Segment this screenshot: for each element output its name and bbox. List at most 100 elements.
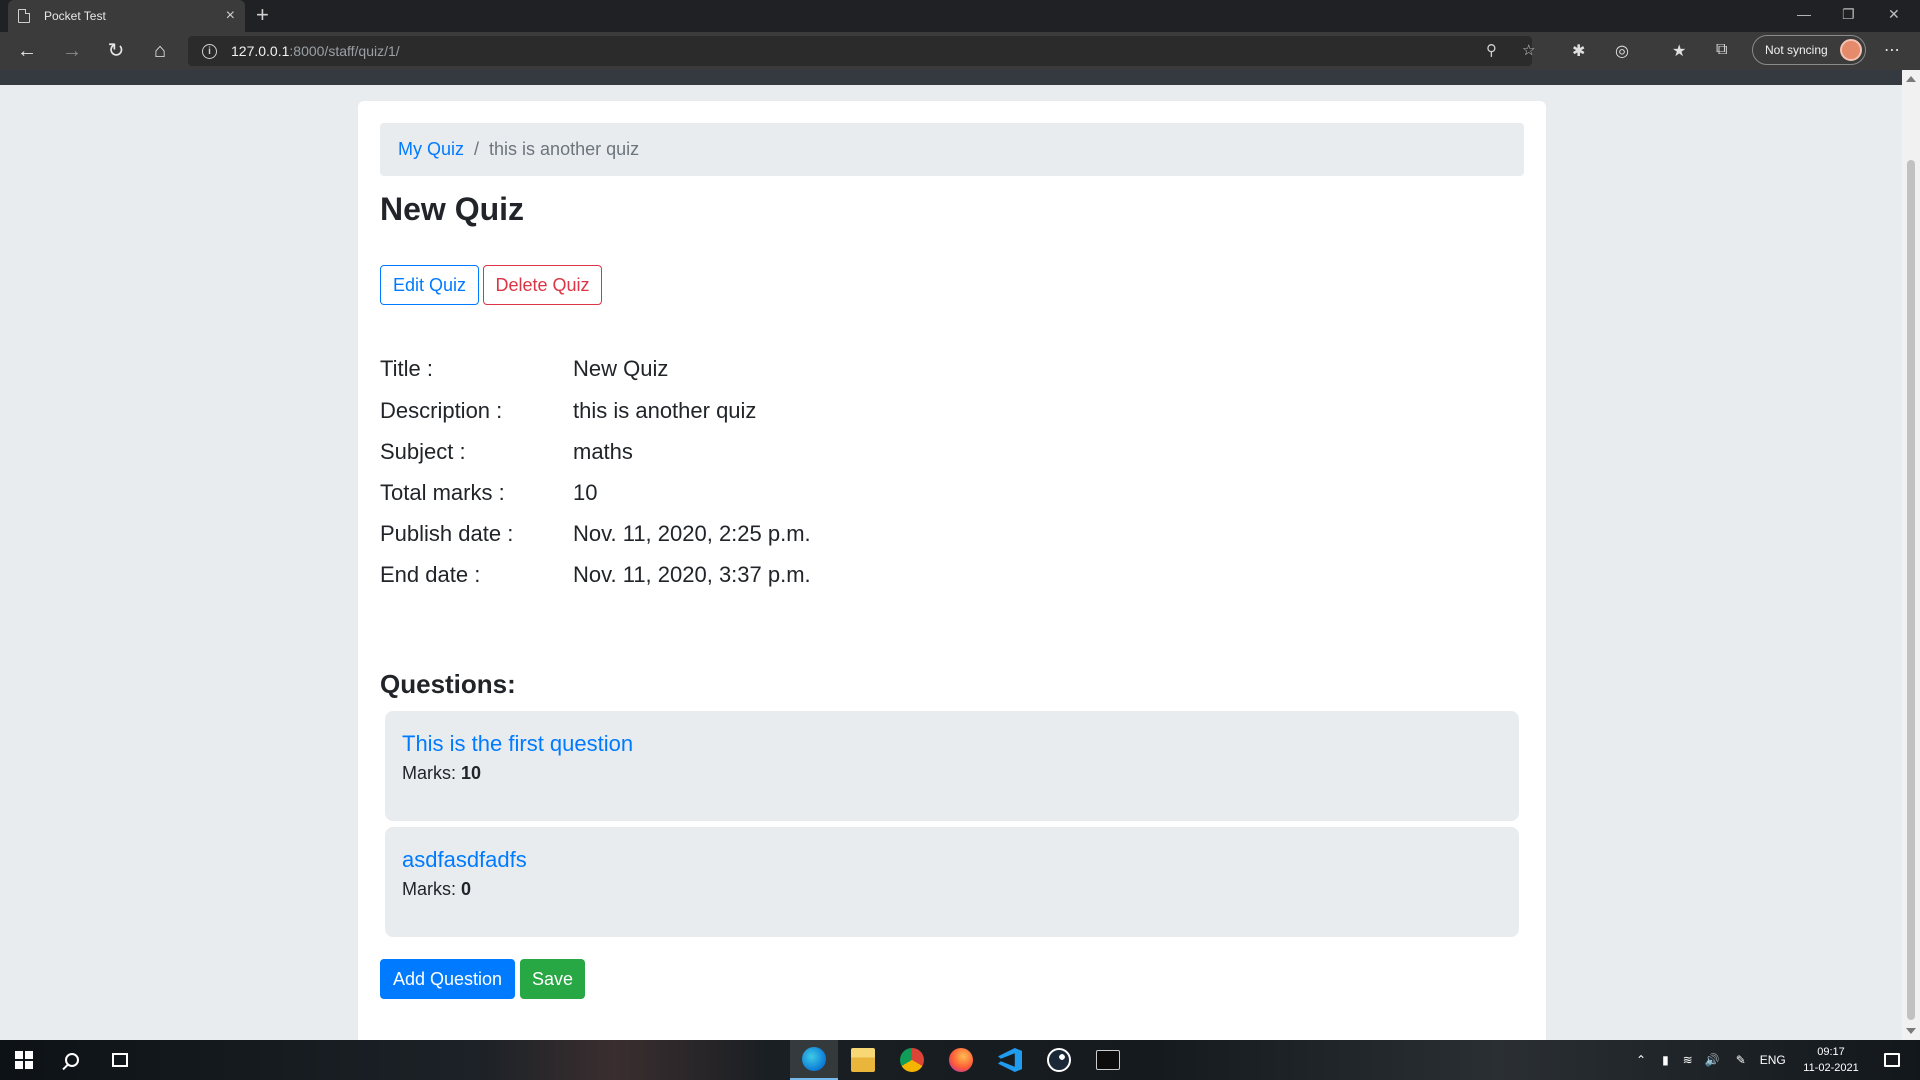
url-text[interactable]: 127.0.0.1:8000/staff/quiz/1/ — [231, 43, 400, 59]
favorites-icon[interactable]: ★ — [1672, 41, 1686, 61]
breadcrumb-link-my-quiz[interactable]: My Quiz — [398, 139, 464, 160]
extension-circle-icon[interactable]: ◎ — [1615, 41, 1629, 61]
notification-icon — [1884, 1053, 1900, 1067]
breadcrumb: My Quiz / this is another quiz — [380, 123, 1524, 176]
chevron-up-icon[interactable]: ⌃ — [1636, 1053, 1646, 1067]
detail-row-total-marks: Total marks : 10 — [380, 480, 1180, 510]
forward-icon[interactable]: → — [60, 39, 84, 63]
question-item: asdfasdfadfs Marks: 0 — [385, 827, 1519, 937]
detail-value: this is another quiz — [573, 398, 757, 423]
tab-title: Pocket Test — [44, 9, 106, 23]
detail-label: Publish date : — [380, 521, 514, 546]
breadcrumb-current: this is another quiz — [489, 139, 640, 159]
search-button[interactable] — [48, 1040, 96, 1080]
marks-value: 0 — [461, 879, 472, 899]
restore-icon[interactable]: ❐ — [1842, 6, 1855, 23]
question-link[interactable]: asdfasdfadfs — [402, 847, 1502, 873]
detail-label: Description : — [380, 398, 503, 423]
detail-label: Total marks : — [380, 480, 505, 505]
profile-sync-button[interactable]: Not syncing — [1752, 35, 1866, 65]
quiz-card: My Quiz / this is another quiz New Quiz … — [358, 101, 1546, 1051]
detail-label: Title : — [380, 356, 433, 381]
zoom-icon[interactable]: ⚲ — [1486, 41, 1497, 59]
firefox-icon — [949, 1048, 973, 1072]
taskbar-app-steam[interactable] — [1035, 1040, 1083, 1080]
question-item: This is the first question Marks: 10 — [385, 711, 1519, 821]
detail-value: Nov. 11, 2020, 2:25 p.m. — [573, 521, 811, 546]
back-icon[interactable]: ← — [15, 39, 39, 63]
taskbar-app-vscode[interactable] — [986, 1040, 1034, 1080]
questions-heading: Questions: — [380, 669, 516, 699]
browser-toolbar: ← → ↻ ⌂ i 127.0.0.1:8000/staff/quiz/1/ ⚲… — [0, 32, 1920, 70]
task-view-icon — [112, 1053, 128, 1067]
window-close-icon[interactable]: ✕ — [1888, 6, 1900, 23]
vscode-icon — [998, 1048, 1022, 1072]
clock-time: 09:17 — [1817, 1046, 1845, 1058]
start-button[interactable] — [0, 1040, 48, 1080]
taskbar-app-edge[interactable] — [790, 1040, 838, 1080]
terminal-icon — [1096, 1050, 1120, 1070]
browser-tab[interactable]: Pocket Test × — [8, 0, 245, 32]
add-question-button[interactable]: Add Question — [380, 959, 515, 999]
clock[interactable]: 09:17 11-02-2021 — [1796, 1044, 1866, 1076]
taskbar-app-chrome[interactable] — [888, 1040, 936, 1080]
avatar — [1840, 39, 1862, 61]
scroll-thumb[interactable] — [1907, 160, 1915, 1020]
notifications-button[interactable] — [1868, 1040, 1916, 1080]
windows-icon — [15, 1051, 33, 1069]
detail-row-subject: Subject : maths — [380, 439, 1180, 469]
edit-quiz-button[interactable]: Edit Quiz — [380, 265, 479, 305]
taskbar-app-explorer[interactable] — [839, 1040, 887, 1080]
page-title: New Quiz — [380, 191, 525, 227]
minimize-icon[interactable]: — — [1797, 6, 1811, 22]
system-tray: ⌃ ▮ ≋ 🔊 ✎ ENG — [1636, 1040, 1786, 1080]
steam-icon — [1047, 1048, 1071, 1072]
info-icon[interactable]: i — [202, 43, 217, 59]
question-link[interactable]: This is the first question — [402, 731, 1502, 757]
question-marks: Marks: 0 — [402, 879, 1502, 900]
detail-value: 10 — [573, 480, 598, 505]
folder-icon — [851, 1048, 875, 1072]
task-view-button[interactable] — [96, 1040, 144, 1080]
collections-icon[interactable]: ⧉ — [1716, 41, 1727, 59]
home-icon[interactable]: ⌂ — [148, 39, 172, 63]
save-button[interactable]: Save — [520, 959, 585, 999]
edge-icon — [802, 1047, 826, 1071]
detail-row-title: Title : New Quiz — [380, 356, 1180, 386]
detail-label: Subject : — [380, 439, 466, 464]
marks-label: Marks: — [402, 879, 456, 899]
detail-row-description: Description : this is another quiz — [380, 398, 1180, 428]
sync-label: Not syncing — [1765, 43, 1828, 57]
search-icon — [65, 1053, 79, 1067]
tab-close-icon[interactable]: × — [226, 8, 235, 24]
delete-quiz-button[interactable]: Delete Quiz — [483, 265, 602, 305]
battery-icon[interactable]: ▮ — [1662, 1053, 1669, 1067]
detail-row-publish-date: Publish date : Nov. 11, 2020, 2:25 p.m. — [380, 521, 1180, 551]
volume-icon[interactable]: 🔊 — [1705, 1053, 1720, 1067]
breadcrumb-separator: / — [474, 139, 480, 159]
wifi-icon[interactable]: ≋ — [1683, 1053, 1693, 1067]
pen-icon[interactable]: ✎ — [1736, 1053, 1746, 1067]
language-indicator[interactable]: ENG — [1760, 1053, 1786, 1067]
favorite-add-icon[interactable]: ☆ — [1522, 41, 1535, 59]
refresh-icon[interactable]: ↻ — [104, 39, 128, 63]
scroll-down-icon[interactable] — [1906, 1028, 1916, 1034]
new-tab-icon[interactable]: + — [256, 4, 269, 26]
navbar-strip — [0, 70, 1902, 85]
page-scrollbar[interactable] — [1902, 70, 1920, 1040]
detail-row-end-date: End date : Nov. 11, 2020, 3:37 p.m. — [380, 562, 1180, 592]
detail-value: maths — [573, 439, 633, 464]
taskbar-app-terminal[interactable] — [1084, 1040, 1132, 1080]
detail-value: Nov. 11, 2020, 3:37 p.m. — [573, 562, 811, 587]
taskbar: ⌃ ▮ ≋ 🔊 ✎ ENG 09:17 11-02-2021 — [0, 1040, 1920, 1080]
detail-value: New Quiz — [573, 356, 669, 381]
extension-icon[interactable]: ✱ — [1572, 41, 1585, 61]
more-icon[interactable]: ⋯ — [1884, 40, 1901, 60]
chrome-icon — [900, 1048, 924, 1072]
scroll-up-icon[interactable] — [1906, 76, 1916, 82]
taskbar-app-firefox[interactable] — [937, 1040, 985, 1080]
question-marks: Marks: 10 — [402, 763, 1502, 784]
page-icon — [18, 9, 30, 23]
browser-tab-strip: Pocket Test × + — ❐ ✕ — [0, 0, 1920, 32]
address-bar[interactable]: i 127.0.0.1:8000/staff/quiz/1/ ⚲ ☆ — [188, 36, 1535, 66]
